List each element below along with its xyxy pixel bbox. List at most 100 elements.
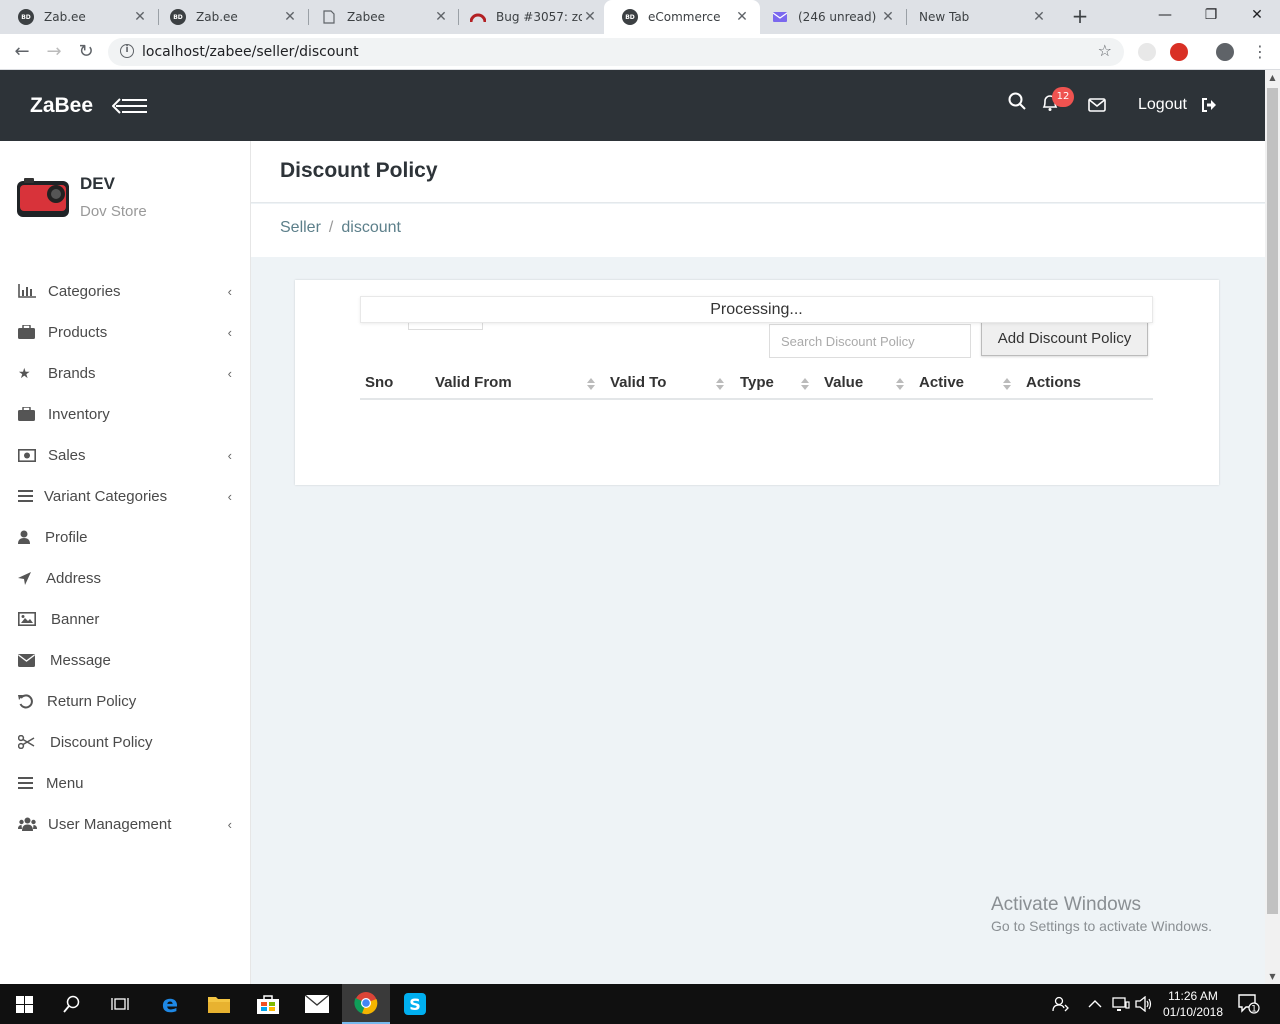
address-bar[interactable]: i localhost/zabee/seller/discount ☆	[108, 38, 1124, 66]
sidebar-item-message[interactable]: Message	[18, 647, 238, 673]
taskbar-clock[interactable]: 11:26 AM 01/10/2018	[1160, 988, 1226, 1020]
sidebar-item-banner[interactable]: Banner	[18, 606, 238, 632]
tab-close-icon[interactable]: ✕	[582, 9, 598, 25]
page-length-select[interactable]	[408, 322, 483, 330]
extension-icon[interactable]	[1170, 43, 1188, 61]
money-icon	[18, 448, 40, 462]
window-close-icon[interactable]: ✕	[1234, 0, 1280, 34]
forward-arrow-icon[interactable]: →	[42, 40, 66, 64]
sort-icon[interactable]	[1003, 378, 1011, 390]
sidebar-item-sales[interactable]: Sales ‹	[18, 442, 238, 468]
sidebar-toggle-icon[interactable]	[111, 97, 148, 115]
network-icon[interactable]	[1112, 984, 1130, 1024]
browser-tab[interactable]: Zabee ✕	[303, 0, 459, 34]
windows-start-icon[interactable]	[0, 984, 48, 1024]
reload-icon[interactable]: ↻	[74, 40, 98, 64]
extension-icon[interactable]	[1138, 43, 1156, 61]
minimize-icon[interactable]: —	[1142, 0, 1188, 34]
envelope-icon[interactable]	[1088, 96, 1106, 117]
column-header-valid-to[interactable]: Valid To	[610, 374, 666, 391]
tab-close-icon[interactable]: ✕	[282, 9, 298, 25]
app-logo[interactable]: ZaBee	[30, 94, 93, 118]
tab-title: New Tab	[919, 10, 970, 24]
sidebar-item-menu[interactable]: Menu	[18, 770, 238, 796]
sidebar-item-variant-categories[interactable]: Variant Categories ‹	[18, 483, 238, 509]
volume-icon[interactable]	[1135, 984, 1153, 1024]
add-discount-policy-button[interactable]: Add Discount Policy	[981, 321, 1148, 356]
sidebar-item-label: Message	[50, 651, 111, 669]
page-scrollbar[interactable]: ▲ ▼	[1265, 70, 1280, 984]
tab-close-icon[interactable]: ✕	[1031, 9, 1047, 25]
sidebar-item-brands[interactable]: ★ Brands ‹	[18, 360, 238, 386]
sidebar-item-label: User Management	[48, 815, 172, 833]
browser-tab[interactable]: New Tab ✕	[901, 0, 1057, 34]
sidebar-item-user-management[interactable]: User Management ‹	[18, 811, 238, 837]
sidebar-item-label: Return Policy	[47, 692, 137, 710]
browser-tab[interactable]: BD Zab.ee ✕	[152, 0, 308, 34]
chrome-icon[interactable]	[342, 984, 390, 1024]
sidebar-item-products[interactable]: Products ‹	[18, 319, 238, 345]
breadcrumb-bar: Seller / discount	[251, 204, 1265, 257]
browser-toolbar: ← → ↻ i localhost/zabee/seller/discount …	[0, 34, 1280, 70]
browser-tab[interactable]: Bug #3057: zoom ✕	[452, 0, 608, 34]
scroll-down-icon[interactable]: ▼	[1265, 969, 1280, 984]
breadcrumb-discount[interactable]: discount	[341, 219, 401, 236]
browser-menu-icon[interactable]: ⋮	[1248, 40, 1272, 64]
profile-avatar-icon[interactable]	[1216, 43, 1234, 61]
sidebar-item-profile[interactable]: Profile	[18, 524, 238, 550]
column-header-value[interactable]: Value	[824, 374, 863, 391]
sort-icon[interactable]	[801, 378, 809, 390]
bar-chart-icon	[18, 284, 40, 298]
sidebar-item-address[interactable]: Address	[18, 565, 238, 591]
browser-tab-strip: BD Zab.ee ✕ BD Zab.ee ✕ Zabee ✕ Bug #305…	[0, 0, 1280, 34]
tab-close-icon[interactable]: ✕	[433, 9, 449, 25]
store-bag-icon[interactable]	[244, 984, 292, 1024]
column-header-sno[interactable]: Sno	[365, 374, 393, 391]
column-header-active[interactable]: Active	[919, 374, 964, 391]
sidebar-item-label: Categories	[48, 282, 121, 300]
windows-taskbar: e S 11:26 AM 01/10/2018 1	[0, 984, 1280, 1024]
logout-button[interactable]: Logout	[1138, 96, 1187, 114]
column-header-valid-from[interactable]: Valid From	[435, 374, 512, 391]
task-view-icon[interactable]	[96, 984, 144, 1024]
sidebar-item-return-policy[interactable]: Return Policy	[18, 688, 238, 714]
scroll-up-icon[interactable]: ▲	[1265, 70, 1280, 85]
sort-icon[interactable]	[896, 378, 904, 390]
search-discount-input[interactable]	[769, 324, 971, 358]
search-icon[interactable]	[1008, 92, 1026, 115]
sidebar-item-discount-policy[interactable]: Discount Policy	[18, 729, 238, 755]
search-icon[interactable]	[48, 984, 96, 1024]
tab-close-icon[interactable]: ✕	[132, 9, 148, 25]
scroll-thumb[interactable]	[1267, 88, 1278, 914]
file-explorer-icon[interactable]	[195, 984, 243, 1024]
bookmark-star-icon[interactable]: ☆	[1098, 41, 1112, 60]
people-icon[interactable]	[1052, 984, 1070, 1024]
discount-table-card: Add Discount Policy Processing... Sno Va…	[295, 280, 1219, 485]
tab-close-icon[interactable]: ✕	[880, 9, 896, 25]
column-header-type[interactable]: Type	[740, 374, 774, 391]
browser-tab[interactable]: BD Zab.ee ✕	[0, 0, 158, 34]
skype-icon[interactable]: S	[391, 984, 439, 1024]
sign-out-icon[interactable]	[1201, 97, 1217, 118]
sort-icon[interactable]	[716, 378, 724, 390]
address-url[interactable]: localhost/zabee/seller/discount	[142, 44, 359, 60]
sidebar-item-categories[interactable]: Categories ‹	[18, 278, 238, 304]
chevron-left-icon: ‹	[227, 283, 232, 299]
mail-app-icon[interactable]	[293, 984, 341, 1024]
sort-icon[interactable]	[587, 378, 595, 390]
back-arrow-icon[interactable]: ←	[10, 40, 34, 64]
chevron-left-icon: ‹	[227, 816, 232, 832]
sidebar-item-inventory[interactable]: Inventory	[18, 401, 238, 427]
show-hidden-icons-chevron-icon[interactable]	[1088, 984, 1102, 1024]
browser-tab[interactable]: (246 unread) - v ✕	[754, 0, 906, 34]
column-header-actions[interactable]: Actions	[1026, 374, 1081, 391]
table-header: Sno Valid From Valid To Type Value Activ…	[360, 370, 1153, 400]
action-center-icon[interactable]: 1	[1238, 984, 1260, 1024]
site-info-icon[interactable]: i	[120, 44, 134, 58]
breadcrumb-seller[interactable]: Seller	[280, 219, 321, 236]
browser-tab-active[interactable]: BD eCommerce ✕	[604, 0, 760, 34]
tab-close-icon[interactable]: ✕	[734, 9, 750, 25]
new-tab-plus-icon[interactable]: +	[1068, 4, 1092, 28]
edge-browser-icon[interactable]: e	[146, 984, 194, 1024]
restore-icon[interactable]: ❐	[1188, 0, 1234, 34]
